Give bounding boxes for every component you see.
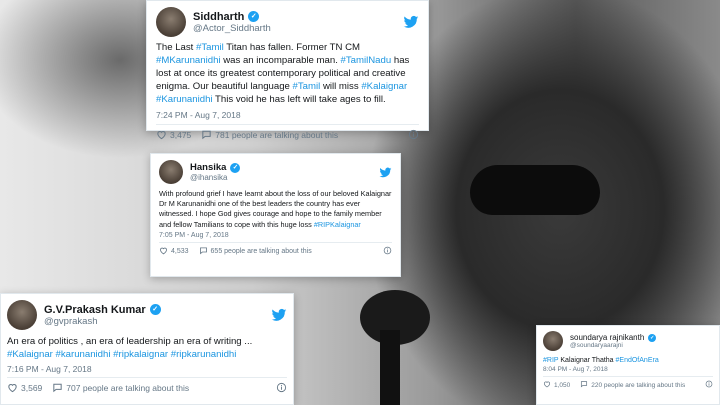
like-button[interactable]: 3,475 [156, 129, 191, 142]
tweet-card[interactable]: Hansika ✓ @ihansika With profound grief … [150, 153, 401, 277]
tweet-text-segment: An era of politics , an era of leadershi… [7, 336, 253, 347]
tweet-timestamp[interactable]: 8:04 PM - Aug 7, 2018 [543, 366, 713, 373]
conversation-link[interactable]: 655 people are talking about this [199, 246, 312, 257]
avatar[interactable] [7, 300, 37, 330]
talking-count: 707 people are talking about this [66, 383, 190, 394]
info-icon[interactable] [383, 246, 392, 257]
conversation-link[interactable]: 707 people are talking about this [52, 382, 189, 395]
avatar[interactable] [543, 331, 563, 351]
heart-icon [543, 380, 554, 390]
hashtag-link[interactable]: #TamilNadu [341, 55, 392, 66]
speech-bubble-icon [201, 129, 215, 142]
author-handle[interactable]: @gvprakash [44, 316, 271, 327]
like-button[interactable]: 1,050 [543, 380, 570, 390]
tweet-timestamp[interactable]: 7:16 PM - Aug 7, 2018 [7, 364, 287, 374]
hashtag-link[interactable]: #EndOfAnEra [616, 357, 659, 364]
author-name-row: G.V.Prakash Kumar ✓ [44, 304, 271, 316]
speech-bubble-icon [580, 380, 591, 390]
like-count: 3,475 [170, 130, 192, 141]
verified-badge-icon: ✓ [230, 162, 241, 173]
conversation-link[interactable]: 220 people are talking about this [580, 380, 685, 390]
tweet-stats: 3,475 781 people are talking about this [156, 125, 419, 142]
speech-bubble-icon [52, 382, 66, 395]
author-name-row: Siddharth ✓ [193, 11, 403, 23]
sunglasses-shape [470, 165, 600, 215]
tweet-text-segment: Kalaignar Thatha [558, 357, 616, 364]
like-count: 3,569 [21, 383, 43, 394]
tweet-card[interactable]: Siddharth ✓ @Actor_Siddharth The Last #T… [146, 0, 429, 140]
tweet-body: #RIP Kalaignar Thatha #EndOfAnEra [543, 356, 713, 365]
avatar[interactable] [156, 7, 186, 37]
author-name[interactable]: G.V.Prakash Kumar [44, 304, 146, 316]
tweet-header: Siddharth ✓ @Actor_Siddharth [156, 7, 419, 37]
verified-badge-icon: ✓ [149, 304, 161, 315]
heart-icon [7, 382, 21, 395]
tweet-text-segment: Titan has fallen. Former TN CM [223, 42, 361, 53]
tweet-text-segment: The Last [156, 42, 196, 53]
verified-badge-icon: ✓ [248, 11, 260, 22]
tweet-body: An era of politics , an era of leadershi… [7, 336, 287, 362]
tweet-card[interactable]: G.V.Prakash Kumar ✓ @gvprakash An era of… [0, 293, 294, 405]
tweet-text-segment: This void he has left will take ages to … [212, 93, 386, 105]
microphone-stand-shape [380, 330, 400, 405]
info-icon[interactable] [408, 129, 419, 142]
author-name-row: soundarya rajnikanth ✓ [570, 333, 713, 342]
author-block: soundarya rajnikanth ✓ @soundaryaarajni [570, 333, 713, 349]
twitter-bird-icon[interactable] [379, 166, 392, 179]
like-count: 1,050 [554, 381, 571, 389]
tweet-header: Hansika ✓ @ihansika [159, 160, 392, 184]
avatar[interactable] [159, 160, 183, 184]
hashtag-link[interactable]: #karunanidhi [56, 349, 111, 360]
like-button[interactable]: 4,533 [159, 246, 189, 257]
like-count: 4,533 [171, 247, 189, 255]
author-block: Hansika ✓ @ihansika [190, 162, 379, 182]
talking-count: 781 people are talking about this [215, 130, 339, 141]
hashtag-link[interactable]: #MKarunanidhi [156, 55, 221, 66]
tweet-stats: 1,050 220 people are talking about this [543, 377, 713, 390]
tweet-timestamp[interactable]: 7:24 PM - Aug 7, 2018 [156, 110, 419, 120]
author-name[interactable]: soundarya rajnikanth [570, 333, 644, 342]
tweet-header: soundarya rajnikanth ✓ @soundaryaarajni [543, 331, 713, 351]
author-block: Siddharth ✓ @Actor_Siddharth [193, 11, 403, 34]
tweet-body: The Last #Tamil Titan has fallen. Former… [156, 42, 419, 107]
author-name[interactable]: Hansika [190, 162, 226, 173]
tweet-stats: 3,569 707 people are talking about this [7, 378, 287, 395]
info-icon[interactable] [705, 380, 713, 390]
conversation-link[interactable]: 781 people are talking about this [201, 129, 338, 142]
heart-icon [159, 246, 171, 257]
author-block: G.V.Prakash Kumar ✓ @gvprakash [44, 304, 271, 327]
talking-count: 220 people are talking about this [591, 381, 686, 389]
verified-badge-icon: ✓ [648, 333, 657, 342]
tweet-stats: 4,533 655 people are talking about this [159, 243, 392, 257]
twitter-bird-icon[interactable] [403, 14, 419, 30]
heart-icon [156, 129, 170, 142]
speech-bubble-icon [199, 246, 211, 257]
info-icon[interactable] [276, 382, 287, 395]
tweet-body: With profound grief I have learnt about … [159, 189, 392, 230]
hashtag-link[interactable]: #Kalaignar [7, 349, 53, 360]
author-handle[interactable]: @soundaryaarajni [570, 342, 713, 349]
hashtag-link[interactable]: #Tamil [196, 42, 224, 53]
tweet-text-segment: was an incomparable man. [220, 54, 341, 66]
hashtag-link[interactable]: #RIP [543, 357, 558, 364]
twitter-bird-icon[interactable] [271, 307, 287, 323]
tweet-card[interactable]: soundarya rajnikanth ✓ @soundaryaarajni … [536, 325, 720, 405]
author-name-row: Hansika ✓ [190, 162, 379, 173]
tweet-text-segment: will miss [320, 80, 362, 92]
author-name[interactable]: Siddharth [193, 11, 244, 23]
like-button[interactable]: 3,569 [7, 382, 42, 395]
talking-count: 655 people are talking about this [210, 247, 312, 255]
author-handle[interactable]: @Actor_Siddharth [193, 23, 403, 34]
hashtag-link[interactable]: #RIPKalaignar [314, 220, 361, 229]
hashtag-link[interactable]: #Karunanidhi [156, 94, 213, 105]
hashtag-link[interactable]: #Kalaignar [361, 81, 407, 92]
hashtag-link[interactable]: #Tamil [293, 81, 321, 92]
tweet-header: G.V.Prakash Kumar ✓ @gvprakash [7, 300, 287, 330]
hashtag-link[interactable]: #ripkarunanidhi [171, 349, 237, 360]
tweet-timestamp[interactable]: 7:05 PM - Aug 7, 2018 [159, 232, 392, 239]
author-handle[interactable]: @ihansika [190, 173, 379, 182]
hashtag-link[interactable]: #ripkalaignar [113, 349, 168, 360]
